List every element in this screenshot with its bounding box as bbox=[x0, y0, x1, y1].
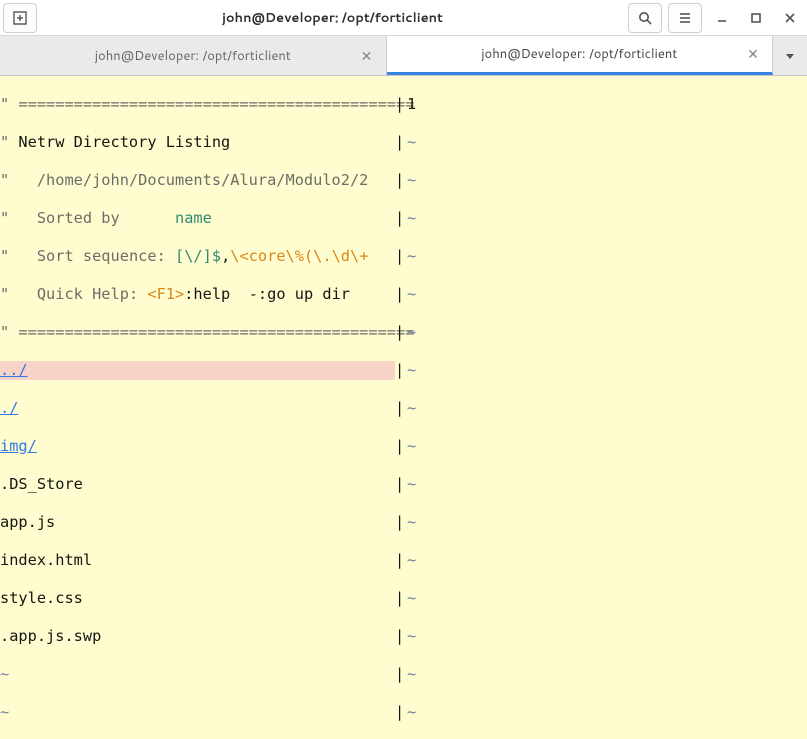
netrw-banner-rule: ========================================… bbox=[18, 323, 414, 341]
close-tab-icon[interactable]: ✕ bbox=[744, 45, 762, 63]
netrw-sort-seq-rest: \<core\%(\.\d\+ bbox=[230, 247, 368, 265]
tab-label: john@Developer: /opt/forticlient bbox=[95, 47, 291, 65]
netrw-path: /home/john/Documents/Alura/Modulo2/2 bbox=[37, 171, 369, 189]
terminal-tab-2[interactable]: john@Developer: /opt/forticlient ✕ bbox=[387, 36, 774, 75]
file-entry-current[interactable]: ./ bbox=[0, 399, 18, 417]
netrw-banner-rule: ========================================… bbox=[18, 95, 414, 113]
minimize-button[interactable] bbox=[705, 3, 739, 33]
netrw-sorted-by-label: Sorted by bbox=[37, 209, 120, 227]
netrw-help-up: go up dir bbox=[267, 285, 350, 303]
tab-dropdown-button[interactable] bbox=[773, 36, 807, 75]
hamburger-menu-button[interactable] bbox=[668, 3, 702, 33]
file-entry-parent[interactable]: ../ bbox=[0, 361, 28, 379]
file-entry[interactable]: .DS_Store bbox=[0, 475, 83, 493]
new-tab-button[interactable] bbox=[3, 3, 37, 33]
terminal-tab-1[interactable]: john@Developer: /opt/forticlient ✕ bbox=[0, 36, 387, 75]
netrw-heading: Netrw Directory Listing bbox=[18, 133, 230, 151]
tab-label: john@Developer: /opt/forticlient bbox=[481, 45, 677, 63]
maximize-button[interactable] bbox=[739, 3, 773, 33]
tab-bar: john@Developer: /opt/forticlient ✕ john@… bbox=[0, 36, 807, 76]
right-pane-line1: 1 bbox=[407, 95, 416, 114]
window-titlebar: john@Developer: /opt/forticlient bbox=[0, 0, 807, 36]
file-entry[interactable]: app.js bbox=[0, 513, 55, 531]
file-entry-dir[interactable]: img/ bbox=[0, 437, 37, 455]
file-entry[interactable]: style.css bbox=[0, 589, 83, 607]
close-window-button[interactable] bbox=[773, 3, 807, 33]
netrw-help-key: <F1> bbox=[147, 285, 184, 303]
search-button[interactable] bbox=[628, 3, 662, 33]
netrw-sorted-by-value: name bbox=[175, 209, 212, 227]
file-entry[interactable]: index.html bbox=[0, 551, 92, 569]
terminal-viewport[interactable]: " ======================================… bbox=[0, 76, 807, 739]
window-title: john@Developer: /opt/forticlient bbox=[40, 9, 625, 27]
file-entry[interactable]: .app.js.swp bbox=[0, 627, 101, 645]
netrw-sort-seq-dir: [\/]$ bbox=[175, 247, 221, 265]
netrw-help-label: Quick Help: bbox=[37, 285, 138, 303]
netrw-sort-seq-label: Sort sequence: bbox=[37, 247, 166, 265]
close-tab-icon[interactable]: ✕ bbox=[358, 47, 376, 65]
